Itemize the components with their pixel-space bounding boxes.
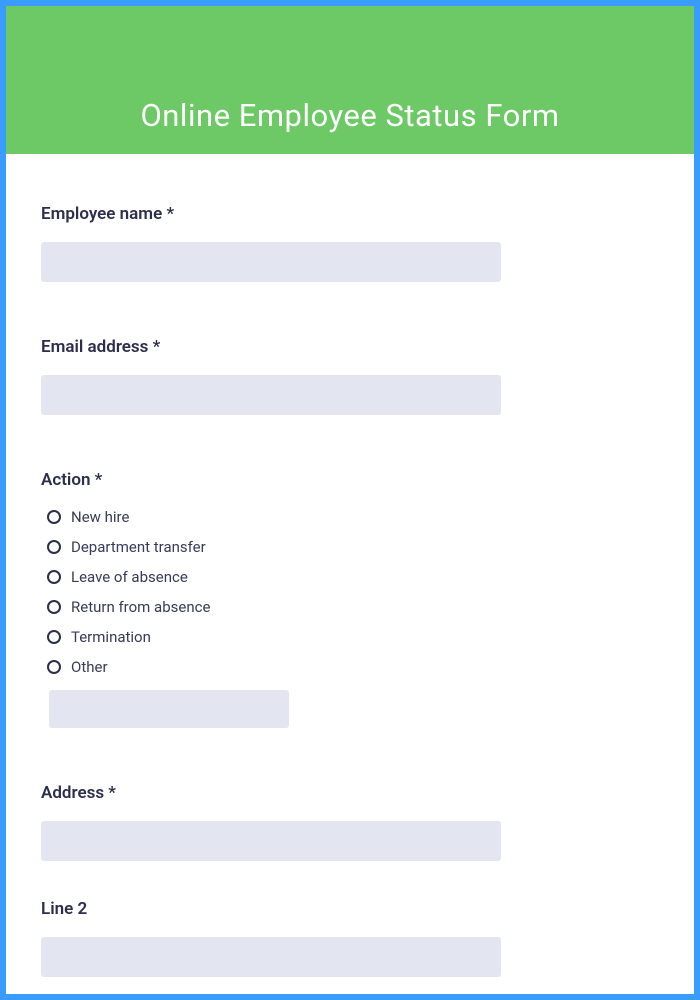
radio-option-return-from-absence[interactable]: Return from absence — [47, 598, 659, 616]
form-header: Online Employee Status Form — [6, 6, 694, 154]
radio-label: Other — [71, 658, 108, 676]
employee-name-label: Employee name * — [41, 204, 659, 224]
radio-label: Termination — [71, 628, 151, 646]
line2-label: Line 2 — [41, 899, 659, 919]
action-radio-group: New hire Department transfer Leave of ab… — [41, 508, 659, 728]
address-input[interactable] — [41, 821, 501, 861]
email-field: Email address * — [41, 337, 659, 415]
radio-input[interactable] — [47, 510, 61, 524]
radio-input[interactable] — [47, 660, 61, 674]
radio-label: Department transfer — [71, 538, 206, 556]
action-label: Action * — [41, 470, 659, 490]
email-input[interactable] — [41, 375, 501, 415]
email-label: Email address * — [41, 337, 659, 357]
radio-label: Return from absence — [71, 598, 210, 616]
address-label: Address * — [41, 783, 659, 803]
line2-input[interactable] — [41, 937, 501, 977]
radio-input[interactable] — [47, 570, 61, 584]
address-field: Address * — [41, 783, 659, 861]
line2-field: Line 2 — [41, 899, 659, 977]
form-title: Online Employee Status Form — [140, 97, 559, 134]
radio-input[interactable] — [47, 630, 61, 644]
radio-input[interactable] — [47, 600, 61, 614]
radio-option-department-transfer[interactable]: Department transfer — [47, 538, 659, 556]
action-field: Action * New hire Department transfer Le… — [41, 470, 659, 728]
radio-label: New hire — [71, 508, 129, 526]
employee-name-field: Employee name * — [41, 204, 659, 282]
radio-option-other[interactable]: Other — [47, 658, 659, 676]
radio-label: Leave of absence — [71, 568, 188, 586]
employee-name-input[interactable] — [41, 242, 501, 282]
radio-option-new-hire[interactable]: New hire — [47, 508, 659, 526]
action-other-input[interactable] — [49, 690, 289, 728]
radio-option-leave-of-absence[interactable]: Leave of absence — [47, 568, 659, 586]
form-body: Employee name * Email address * Action *… — [6, 154, 694, 977]
radio-option-termination[interactable]: Termination — [47, 628, 659, 646]
radio-input[interactable] — [47, 540, 61, 554]
form-page: Online Employee Status Form Employee nam… — [6, 6, 694, 994]
